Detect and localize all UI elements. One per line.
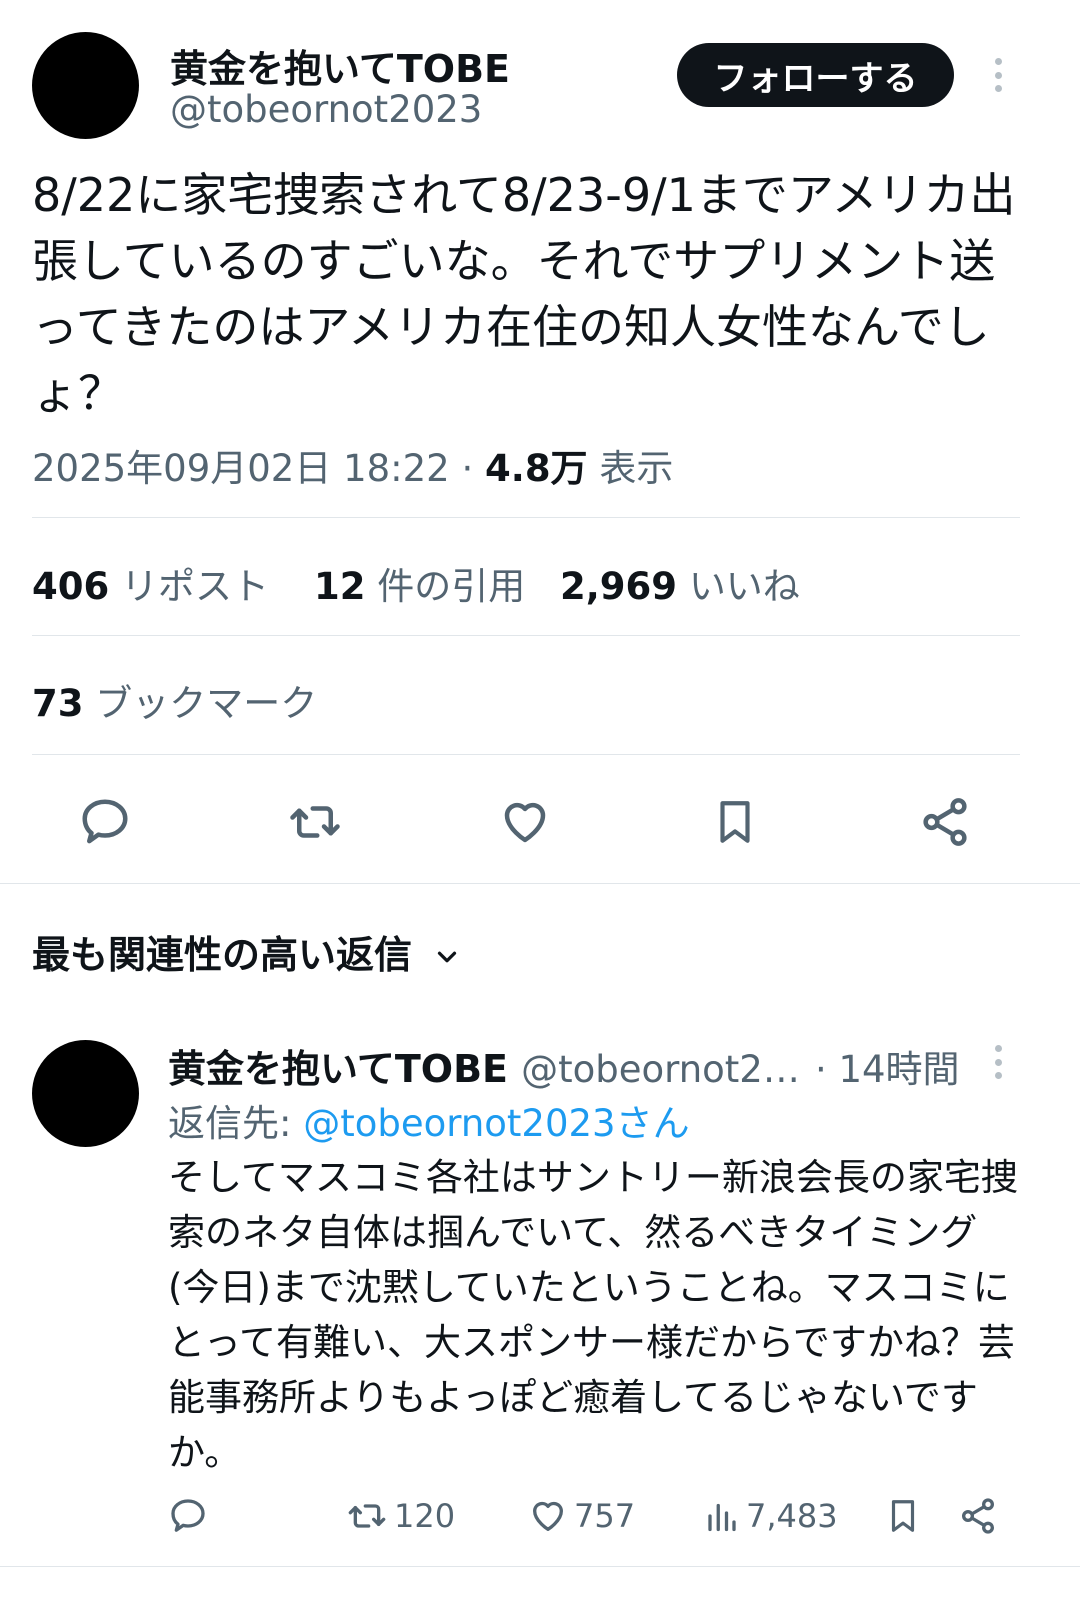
reposts-stat[interactable]: 406 リポスト [32,556,269,610]
divider [32,754,1020,755]
reply-more-options-icon[interactable] [992,1045,1004,1079]
share-icon[interactable] [918,795,972,849]
bookmarks-label: ブックマーク [95,682,318,725]
reply-bottom-divider [0,1566,1080,1567]
reply-author-name[interactable]: 黄金を抱いてTOBE [168,1047,508,1091]
reply-icon[interactable] [78,795,132,849]
views-count: 4.8万 [485,447,588,490]
like-icon[interactable] [497,795,553,849]
tweet-timestamp[interactable]: 2025年09月02日 18:22 [32,447,450,490]
author-handle[interactable]: @tobeornot2023 [170,88,482,131]
reposts-count: 406 [32,565,110,608]
reply-author-avatar[interactable] [32,1040,139,1147]
reply-views-count: 7,483 [746,1497,838,1535]
bookmark-icon[interactable] [884,1494,922,1538]
chevron-down-icon [432,937,462,967]
views-icon [704,1496,740,1536]
reply-retweet-button[interactable]: 120 [346,1494,455,1538]
bookmark-icon[interactable] [710,795,760,849]
follow-button[interactable]: フォローする [677,43,954,107]
quotes-count: 12 [314,565,366,608]
retweet-icon [346,1496,388,1536]
divider [32,635,1020,636]
bookmarks-stat[interactable]: 73 ブックマーク [32,673,317,727]
reply-icon [168,1496,208,1536]
reply-like-count: 757 [574,1497,636,1535]
tweet-text: 8/22に家宅捜索されて8/23-9/1までアメリカ出張しているのすごいな。それ… [32,168,1016,420]
reposts-label: リポスト [121,565,269,608]
author-avatar[interactable] [32,32,139,139]
divider [32,517,1020,518]
replies-sort-label: 最も関連性の高い返信 [32,933,413,977]
reply-text: そしてマスコミ各社はサントリー新浪会長の家宅捜索のネタ自体は掴んでいて、然るべき… [168,1156,1018,1474]
reply-header: 黄金を抱いてTOBE @tobeornot2… · 14時間 [168,1038,960,1093]
reply-author-handle[interactable]: @tobeornot2… [521,1048,800,1091]
author-name[interactable]: 黄金を抱いてTOBE [170,38,510,93]
quotes-stat[interactable]: 12 件の引用 [314,556,525,610]
bookmarks-count: 73 [32,682,84,725]
likes-stat[interactable]: 2,969 いいね [560,556,800,610]
reply-like-button[interactable]: 757 [528,1494,635,1538]
views-label: 表示 [599,447,674,490]
like-icon [528,1496,568,1536]
reply-retweet-count: 120 [394,1497,456,1535]
likes-count: 2,969 [560,565,678,608]
section-divider [0,883,1080,884]
retweet-icon[interactable] [286,795,344,849]
more-options-icon[interactable] [992,58,1004,92]
share-icon[interactable] [958,1496,998,1536]
reply-to-line: 返信先: @tobeornot2023さん [168,1093,690,1147]
reply-views-button[interactable]: 7,483 [704,1494,838,1538]
tweet-meta: 2025年09月02日 18:22 · 4.8万 表示 [32,438,673,492]
replies-sort-dropdown[interactable]: 最も関連性の高い返信 [32,924,462,979]
reply-to-handle[interactable]: @tobeornot2023さん [303,1102,689,1145]
reply-to-label: 返信先: [168,1102,292,1145]
meta-separator: · [461,447,474,490]
reply-time[interactable]: · 14時間 [815,1048,960,1091]
quotes-label: 件の引用 [377,565,526,608]
reply-reply-button[interactable] [168,1494,208,1538]
likes-label: いいね [688,565,800,608]
